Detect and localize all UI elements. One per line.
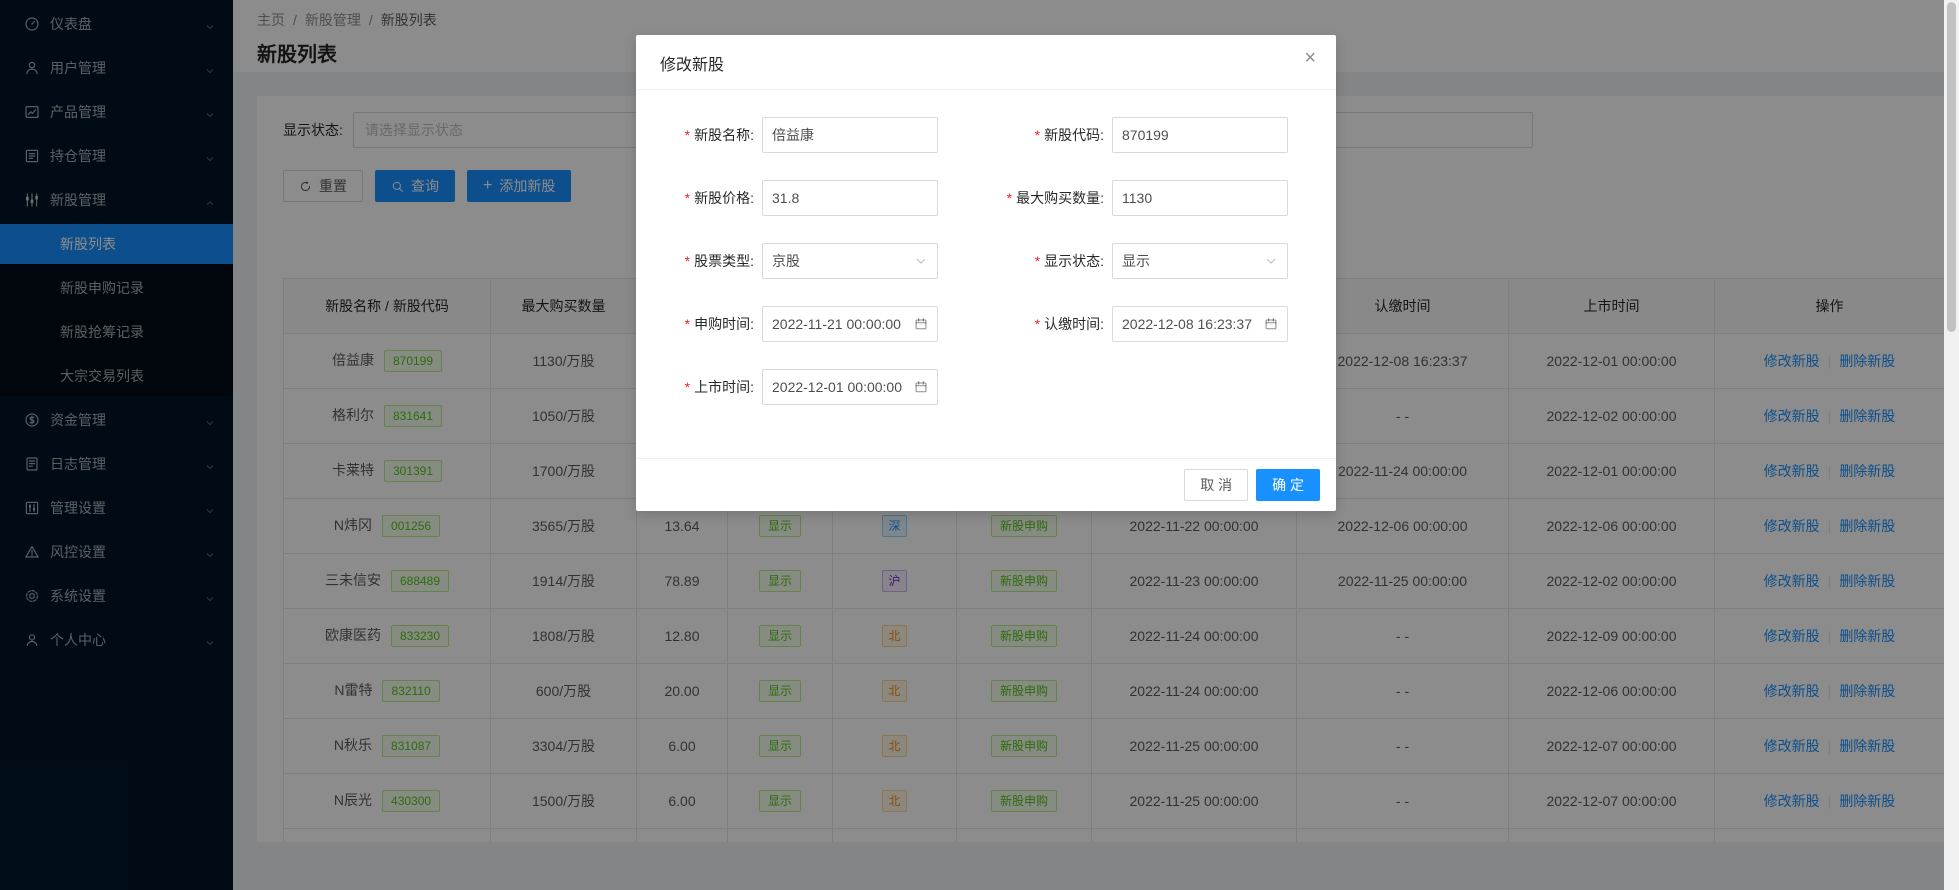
confirm-time-input[interactable]: 2022-12-08 16:23:37 — [1112, 306, 1288, 342]
page-scrollbar[interactable] — [1944, 0, 1959, 890]
required-mark: * — [1007, 190, 1012, 206]
stock-type-label: *股票类型: — [642, 251, 762, 271]
required-mark: * — [685, 253, 690, 269]
max-buy-quantity-value: 1130 — [1122, 190, 1152, 206]
modal-title: 修改新股 — [660, 57, 724, 74]
stock-name-label: *新股名称: — [642, 125, 762, 145]
cancel-button[interactable]: 取 消 — [1184, 469, 1248, 501]
modal-body: *新股名称: 倍益康 *新股代码: 870199 *新股价格: 31.8 *最大购买数量: 1… — [636, 90, 1336, 405]
required-mark: * — [685, 190, 690, 206]
modal-footer: 取 消 确 定 — [636, 458, 1336, 511]
max-buy-quantity-input[interactable]: 1130 — [1112, 180, 1288, 216]
confirm-button[interactable]: 确 定 — [1256, 469, 1320, 501]
display-status-form-item: *显示状态: 显示 — [938, 243, 1288, 279]
stock-price-label: *新股价格: — [642, 188, 762, 208]
display-status-select[interactable]: 显示 — [1112, 243, 1288, 279]
required-mark: * — [685, 127, 690, 143]
stock-type-select[interactable]: 京股 — [762, 243, 938, 279]
form-row: *申购时间: 2022-11-21 00:00:00 *认缴时间: 2022-12-0… — [642, 306, 1312, 342]
required-mark: * — [685, 379, 690, 395]
chevron-down-icon — [914, 254, 928, 268]
stock-type-value: 京股 — [772, 251, 800, 271]
modal-header: 修改新股 × — [636, 35, 1336, 90]
calendar-icon — [914, 380, 928, 394]
listing-time-value: 2022-12-01 00:00:00 — [772, 379, 902, 395]
confirm-time-value: 2022-12-08 16:23:37 — [1122, 316, 1252, 332]
listing-time-input[interactable]: 2022-12-01 00:00:00 — [762, 369, 938, 405]
stock-code-value: 870199 — [1122, 127, 1169, 143]
required-mark: * — [685, 316, 690, 332]
listing-time-form-item: *上市时间: 2022-12-01 00:00:00 — [642, 369, 938, 405]
subscribe-time-label: *申购时间: — [642, 314, 762, 334]
display-status-value: 显示 — [1122, 251, 1150, 271]
confirm-time-form-item: *认缴时间: 2022-12-08 16:23:37 — [938, 306, 1288, 342]
required-mark: * — [1035, 253, 1040, 269]
display-status-label: *显示状态: — [938, 251, 1112, 271]
subscribe-time-value: 2022-11-21 00:00:00 — [772, 316, 901, 332]
calendar-icon — [1264, 317, 1278, 331]
required-mark: * — [1035, 127, 1040, 143]
form-row: *新股名称: 倍益康 *新股代码: 870199 — [642, 117, 1312, 153]
max-buy-quantity-form-item: *最大购买数量: 1130 — [938, 180, 1288, 216]
subscribe-time-input[interactable]: 2022-11-21 00:00:00 — [762, 306, 938, 342]
stock-name-form-item: *新股名称: 倍益康 — [642, 117, 938, 153]
form-row: *股票类型: 京股 *显示状态: 显示 — [642, 243, 1312, 279]
stock-type-form-item: *股票类型: 京股 — [642, 243, 938, 279]
form-row: *上市时间: 2022-12-01 00:00:00 — [642, 369, 1312, 405]
stock-code-label: *新股代码: — [938, 125, 1112, 145]
stock-code-form-item: *新股代码: 870199 — [938, 117, 1288, 153]
calendar-icon — [914, 317, 928, 331]
stock-price-value: 31.8 — [772, 190, 799, 206]
close-icon[interactable]: × — [1304, 48, 1316, 68]
stock-name-input[interactable]: 倍益康 — [762, 117, 938, 153]
listing-time-label: *上市时间: — [642, 377, 762, 397]
scrollbar-thumb[interactable] — [1947, 2, 1956, 332]
form-row: *新股价格: 31.8 *最大购买数量: 1130 — [642, 180, 1312, 216]
required-mark: * — [1035, 316, 1040, 332]
max-buy-quantity-label: *最大购买数量: — [938, 188, 1112, 208]
stock-price-form-item: *新股价格: 31.8 — [642, 180, 938, 216]
stock-code-input[interactable]: 870199 — [1112, 117, 1288, 153]
stock-price-input[interactable]: 31.8 — [762, 180, 938, 216]
edit-stock-modal: 修改新股 × *新股名称: 倍益康 *新股代码: 870199 *新股价格: 31.8 *最… — [636, 35, 1336, 511]
app-root: 仪表盘用户管理产品管理持仓管理新股管理新股列表新股申购记录新股抢筹记录大宗交易列… — [0, 0, 1959, 890]
confirm-time-label: *认缴时间: — [938, 314, 1112, 334]
chevron-down-icon — [1264, 254, 1278, 268]
stock-name-value: 倍益康 — [772, 125, 814, 145]
subscribe-time-form-item: *申购时间: 2022-11-21 00:00:00 — [642, 306, 938, 342]
